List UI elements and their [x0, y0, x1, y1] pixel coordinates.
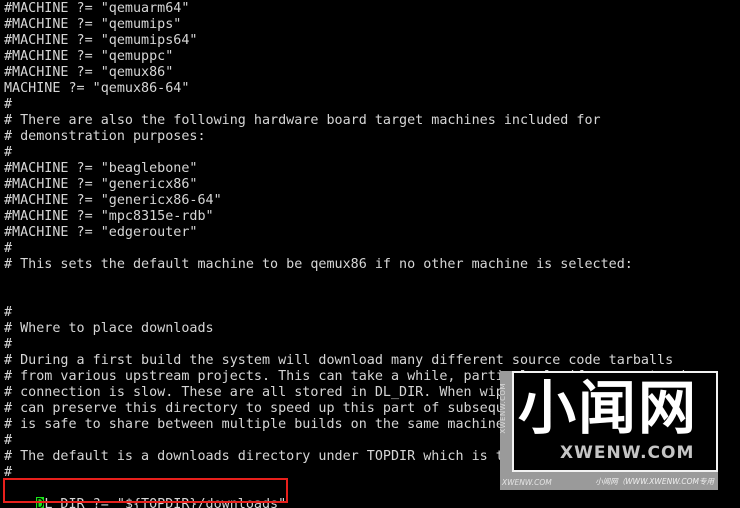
terminal-line: #	[4, 337, 13, 352]
watermark-overlay: 小闻网 XWENW.COM XWENW.COM XWENW.COM 小闻网（WW…	[499, 371, 718, 490]
terminal-line: # During a first build the system will d…	[4, 353, 674, 368]
terminal-line: #MACHINE ?= "qemumips64"	[4, 33, 198, 48]
terminal-line: MACHINE ?= "qemux86-64"	[4, 81, 190, 96]
terminal-line: # This sets the default machine to be qe…	[4, 257, 633, 272]
terminal-line: #MACHINE ?= "edgerouter"	[4, 225, 198, 240]
terminal-line: #	[4, 97, 13, 112]
watermark-footer-right: 小闻网（WWW.XWENW.COM专用	[595, 477, 714, 486]
terminal-line: # There are also the following hardware …	[4, 113, 601, 128]
terminal-line: # demonstration purposes:	[4, 129, 206, 144]
terminal-line: #MACHINE ?= "qemumips"	[4, 17, 182, 32]
terminal-line: #MACHINE ?= "genericx86"	[4, 177, 198, 192]
command-line-text: L_DIR ?= "${TOPDIR}/downloads"	[44, 497, 287, 508]
terminal-line: #MACHINE ?= "mpc8315e-rdb"	[4, 209, 214, 224]
terminal-line: #MACHINE ?= "qemuarm64"	[4, 1, 190, 16]
watermark-domain: XWENW.COM	[560, 443, 695, 463]
terminal-line: # Where to place downloads	[4, 321, 214, 336]
terminal-line: #MACHINE ?= "qemuppc"	[4, 49, 174, 64]
command-line: DL_DIR ?= "${TOPDIR}/downloads"	[36, 497, 286, 508]
watermark-title: 小闻网	[518, 374, 699, 442]
terminal-line: #	[4, 305, 13, 320]
watermark-footer-left: XWENW.COM	[502, 478, 552, 487]
terminal-line: #MACHINE ?= "beaglebone"	[4, 161, 198, 176]
terminal-line: #	[4, 145, 13, 160]
terminal-line: #MACHINE ?= "genericx86-64"	[4, 193, 222, 208]
terminal-line: #	[4, 241, 13, 256]
terminal-line: #MACHINE ?= "qemux86"	[4, 65, 174, 80]
watermark-side-text: XWENW.COM	[499, 383, 507, 434]
